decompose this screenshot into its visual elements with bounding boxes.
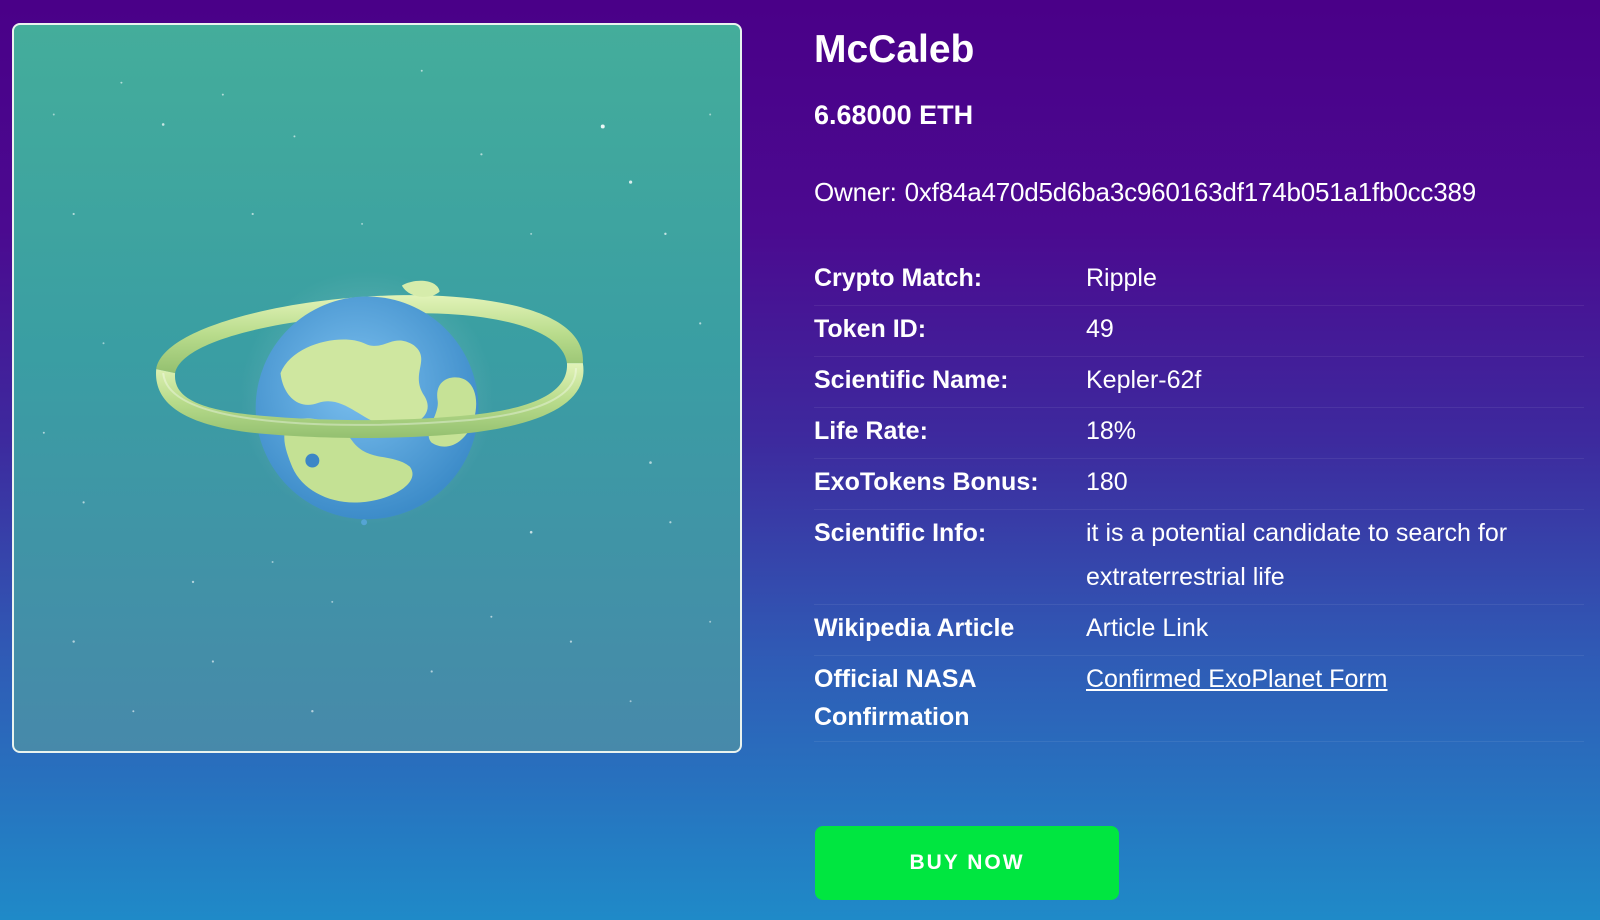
planet-model[interactable] [14, 25, 740, 751]
planet-3d-viewer[interactable] [12, 23, 742, 753]
property-row-nasa-confirmation: Official NASA Confirmation Confirmed Exo… [814, 656, 1584, 742]
wikipedia-article-link[interactable]: Article Link [1086, 606, 1584, 650]
property-row-crypto-match: Crypto Match: Ripple [814, 255, 1584, 306]
property-row-scientific-name: Scientific Name: Kepler-62f [814, 357, 1584, 408]
property-label: Crypto Match: [814, 264, 983, 292]
property-value: Ripple [1086, 264, 1157, 292]
property-row-scientific-info: Scientific Info: it is a potential candi… [814, 510, 1584, 605]
property-value: 18% [1086, 417, 1137, 445]
property-label: Official NASA Confirmation [814, 665, 976, 731]
property-row-life-rate: Life Rate: 18% [814, 408, 1584, 459]
buy-now-button[interactable]: BUY NOW [815, 826, 1119, 900]
properties-table: Crypto Match: Ripple Token ID: 49 Scient… [814, 255, 1584, 742]
property-row-token-id: Token ID: 49 [814, 306, 1584, 357]
property-value: Confirmed ExoPlanet Form [1086, 657, 1584, 736]
owner-address: 0xf84a470d5d6ba3c960163df174b051a1fb0cc3… [904, 177, 1477, 207]
property-label: Scientific Info: [814, 519, 987, 547]
property-value: it is a potential candidate to search fo… [1086, 519, 1508, 591]
planet-name: McCaleb [814, 28, 975, 71]
property-row-exotokens-bonus: ExoTokens Bonus: 180 [814, 459, 1584, 510]
property-label: Scientific Name: [814, 366, 1009, 394]
owner-label: Owner: [814, 177, 897, 207]
owner-line: Owner: 0xf84a470d5d6ba3c960163df174b051a1… [814, 177, 1476, 208]
property-row-wikipedia: Wikipedia Article Article Link [814, 605, 1584, 656]
property-label: ExoTokens Bonus: [814, 468, 1039, 496]
property-value: 49 [1086, 315, 1114, 343]
property-label: Life Rate: [814, 417, 928, 445]
nasa-confirmation-link[interactable]: Confirmed ExoPlanet Form [1086, 665, 1388, 693]
property-value: Kepler-62f [1086, 366, 1202, 394]
planet-price: 6.68000 ETH [814, 100, 974, 130]
property-value: 180 [1086, 468, 1128, 496]
property-label: Token ID: [814, 315, 927, 343]
property-label: Wikipedia Article [814, 614, 1015, 642]
